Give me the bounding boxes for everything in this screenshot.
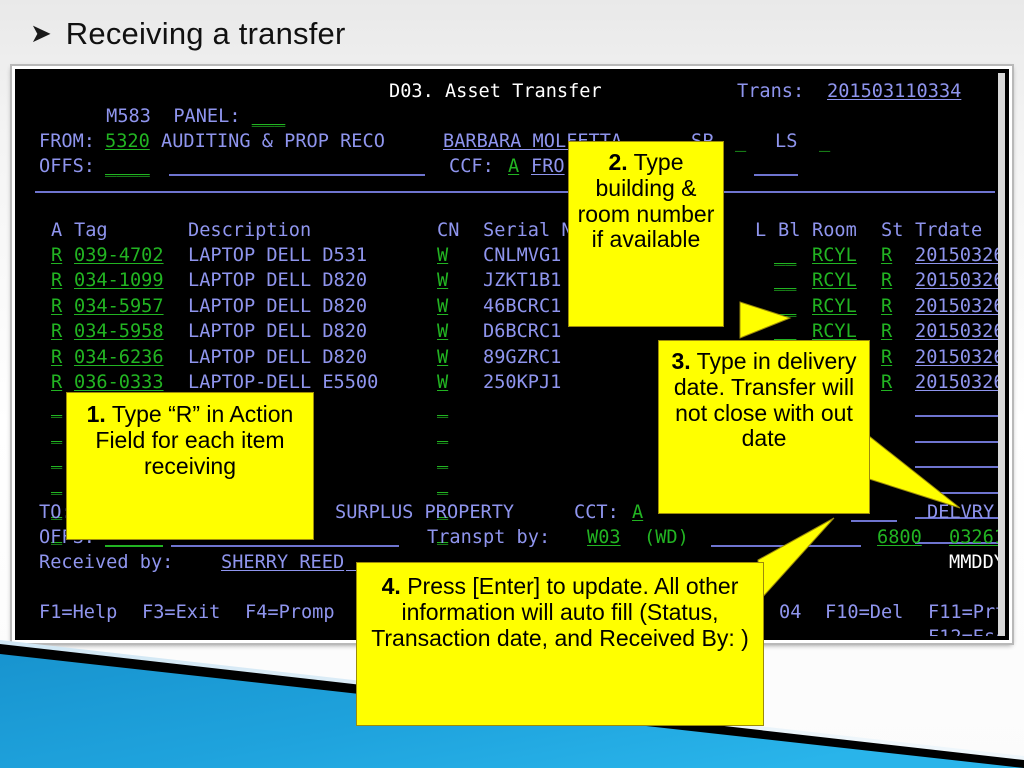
callout-3-text: Type in delivery date. Transfer will not… bbox=[673, 348, 857, 452]
callout-4: 4. Press [Enter] to update. All other in… bbox=[356, 562, 764, 726]
callout-3: 3. Type in delivery date. Transfer will … bbox=[658, 340, 870, 514]
callout-4-text: Press [Enter] to update. All other infor… bbox=[371, 573, 749, 651]
callout-2-number: 2. bbox=[608, 149, 628, 175]
callout-2-text: Type building & room number if available bbox=[577, 149, 715, 253]
callout-2: 2. Type building & room number if availa… bbox=[568, 141, 724, 327]
callout-1: 1. Type “R” in Action Field for each ite… bbox=[66, 392, 314, 540]
callout-1-text: Type “R” in Action Field for each item r… bbox=[95, 401, 294, 479]
callout-4-number: 4. bbox=[381, 573, 401, 599]
callout-3-number: 3. bbox=[671, 348, 691, 374]
callout-1-number: 1. bbox=[86, 401, 106, 427]
